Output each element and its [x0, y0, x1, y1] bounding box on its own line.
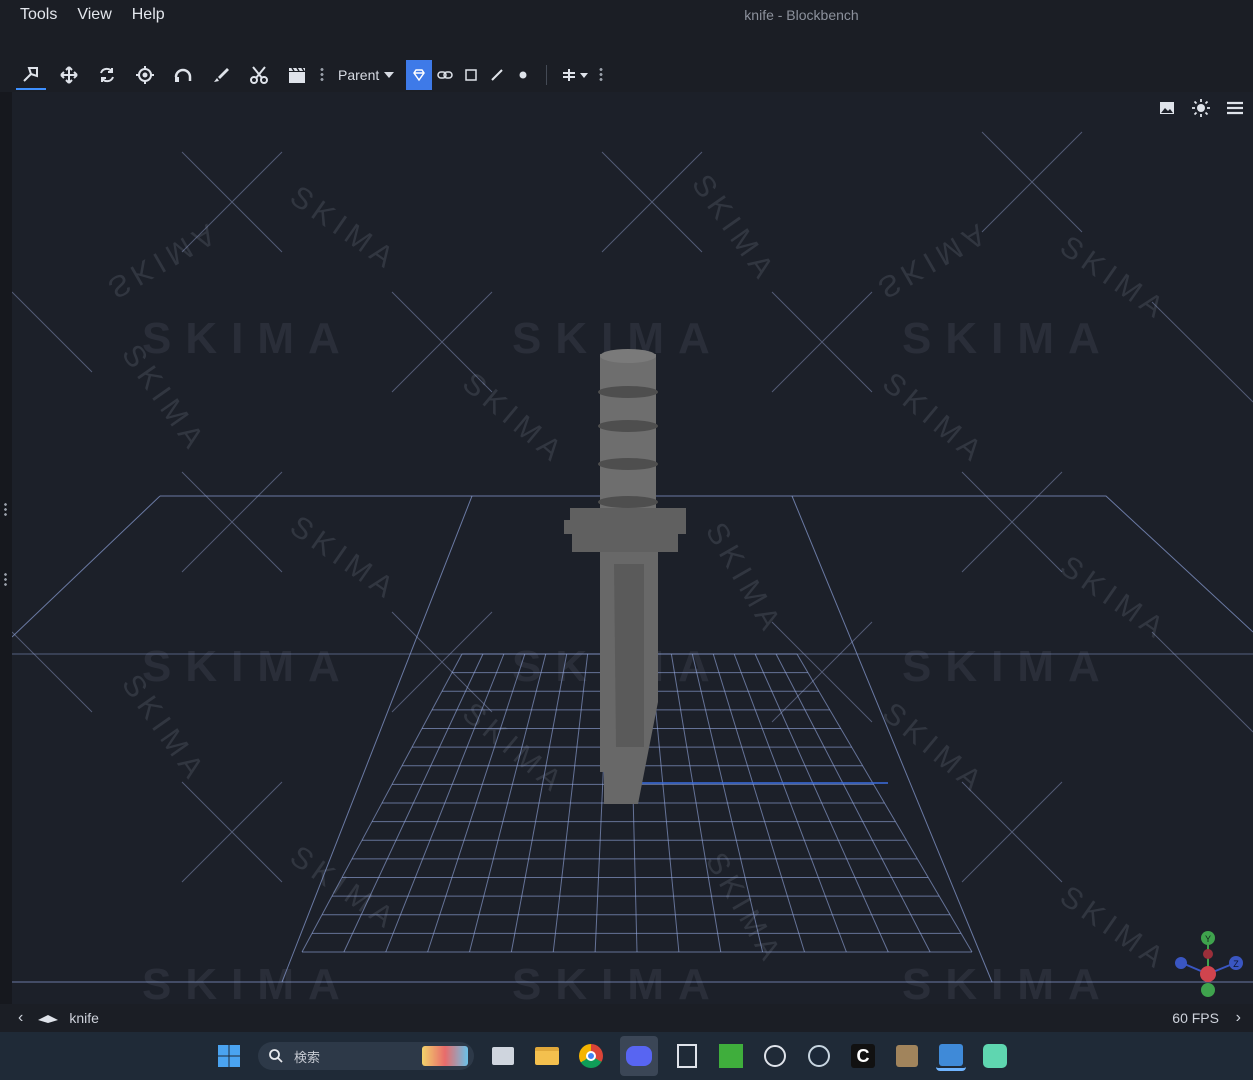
move-tool-icon — [23, 67, 38, 82]
taskbar-search[interactable]: 検索 — [258, 1042, 474, 1070]
paint-brush-icon — [214, 68, 229, 82]
gizmo-z-label: Z — [1233, 959, 1239, 969]
toolbar-grip[interactable] — [599, 67, 604, 83]
square-icon — [465, 69, 477, 81]
chevron-down-icon — [579, 72, 588, 78]
parent-select-label: Parent — [338, 67, 380, 83]
creeper-icon — [719, 1044, 743, 1068]
discord-icon — [626, 1046, 652, 1066]
film-icon — [677, 1044, 697, 1068]
animation-button[interactable] — [282, 60, 312, 90]
edge-mode-button[interactable] — [484, 60, 510, 90]
fps-counter: 60 FPS — [1172, 1010, 1219, 1026]
os-taskbar: 検索 C — [0, 1032, 1253, 1080]
search-placeholder: 検索 — [294, 1049, 321, 1065]
gem-mode-button[interactable] — [406, 60, 433, 90]
rotate-icon — [100, 67, 114, 83]
steam-icon — [808, 1045, 830, 1067]
viewport-controls — [1157, 98, 1245, 118]
3d-viewport[interactable]: SKIMA SKIMA SKIMA SKIMA SKIMA SKIMA SKIM… — [12, 92, 1253, 1004]
taskbar-app-obs[interactable] — [760, 1041, 790, 1071]
gizmo-y-label: Y — [1205, 934, 1211, 944]
chevron-right-icon[interactable]: › — [1236, 1009, 1241, 1027]
image-icon[interactable] — [1157, 98, 1177, 118]
taskbar-app-notepad[interactable] — [488, 1041, 518, 1071]
search-highlight-image — [422, 1046, 468, 1066]
sun-icon[interactable] — [1191, 98, 1211, 118]
project-name[interactable]: knife — [69, 1010, 99, 1026]
move-tool-button[interactable] — [16, 60, 46, 90]
notepad-icon — [492, 1047, 514, 1065]
transform-space-button[interactable] — [557, 60, 591, 90]
taskbar-app-discord[interactable] — [620, 1036, 658, 1076]
pivot-icon — [136, 66, 154, 84]
paint-brush-button[interactable] — [206, 60, 236, 90]
scissors-icon — [250, 66, 268, 84]
link-icon — [437, 71, 453, 79]
taskbar-app-explorer[interactable] — [532, 1041, 562, 1071]
vertex-snap-button[interactable] — [168, 60, 198, 90]
gem-icon — [413, 69, 426, 82]
chrome-icon — [579, 1044, 603, 1068]
move-button[interactable] — [54, 60, 84, 90]
taskbar-app-film[interactable] — [672, 1041, 702, 1071]
model-type-icon — [38, 1015, 59, 1023]
move-arrows-icon — [60, 66, 78, 84]
tool-toolbar: Parent — [0, 58, 1253, 92]
taskbar-app-game[interactable] — [892, 1041, 922, 1071]
taskbar-app-blockbench[interactable] — [936, 1041, 966, 1071]
menu-icon[interactable] — [1225, 98, 1245, 118]
line-icon — [491, 69, 503, 81]
obs-icon — [764, 1045, 786, 1067]
taskbar-app-chrome[interactable] — [576, 1041, 606, 1071]
title-spacer — [0, 30, 1253, 58]
parent-select[interactable]: Parent — [332, 60, 403, 90]
dot-icon — [519, 71, 527, 79]
panel-resize-grip[interactable] — [4, 572, 7, 586]
cut-button[interactable] — [244, 60, 274, 90]
window-title: knife - Blockbench — [744, 7, 859, 23]
toolbar-divider — [546, 65, 548, 85]
taskbar-app-c[interactable]: C — [848, 1041, 878, 1071]
start-button[interactable] — [214, 1041, 244, 1071]
taskbar-app-minecraft[interactable] — [716, 1041, 746, 1071]
knife-model — [564, 349, 686, 804]
blockbench-icon — [939, 1043, 963, 1066]
rotate-button[interactable] — [92, 60, 122, 90]
pivot-button[interactable] — [130, 60, 160, 90]
taskbar-app-steam[interactable] — [804, 1041, 834, 1071]
chat-app-icon — [983, 1044, 1007, 1068]
vertex-snap-icon — [174, 68, 192, 82]
clapper-icon — [289, 67, 305, 83]
chevron-down-icon — [384, 72, 395, 78]
left-panel-edge — [0, 92, 12, 1004]
scene-canvas: Y Z — [12, 131, 1253, 997]
panel-resize-grip[interactable] — [4, 502, 7, 516]
vertex-mode-button[interactable] — [510, 60, 536, 90]
transform-space-icon — [562, 69, 575, 81]
search-icon — [269, 1049, 283, 1063]
box-mode-button[interactable] — [458, 60, 484, 90]
orientation-gizmo[interactable]: Y Z — [1175, 931, 1243, 997]
game-icon — [896, 1045, 918, 1067]
chevron-left-icon[interactable]: ‹ — [18, 1009, 23, 1027]
toolbar-grip[interactable] — [320, 67, 324, 83]
taskbar-app-chat[interactable] — [980, 1041, 1010, 1071]
c-app-icon: C — [851, 1044, 875, 1068]
windows-logo-icon — [218, 1045, 240, 1067]
title-bar: Tools View Help knife - Blockbench — [0, 0, 1253, 30]
link-mode-button[interactable] — [432, 60, 458, 90]
status-bar: ‹ knife 60 FPS › — [0, 1004, 1253, 1032]
folder-icon — [535, 1047, 559, 1065]
